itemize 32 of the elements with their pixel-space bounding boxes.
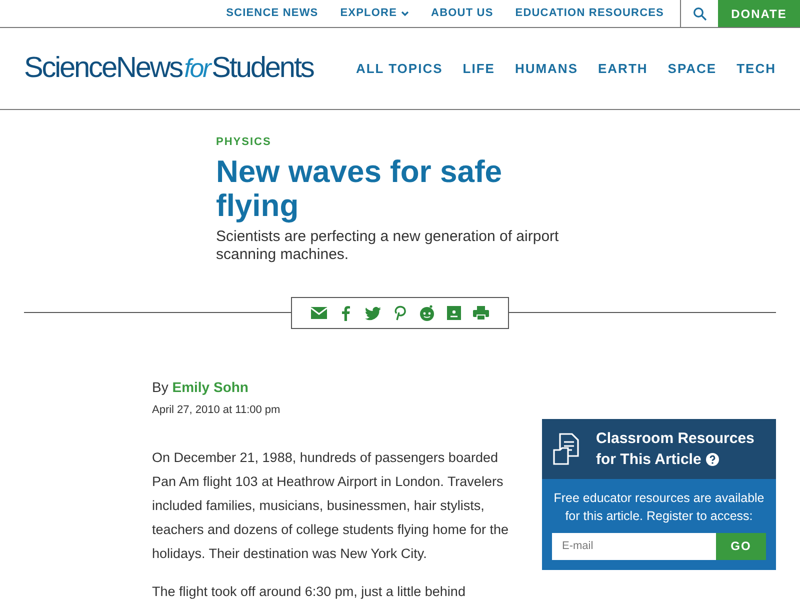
article-subtitle: Scientists are perfecting a new generation of airport scanning machines. (216, 228, 560, 264)
resources-text: Free educator resources are available for this article. Register to access: (552, 490, 766, 524)
nav-link[interactable]: ABOUT US (431, 5, 494, 22)
print-icon[interactable] (472, 304, 490, 322)
body-paragraph: The flight took off around 6:30 pm, just a little behind (152, 583, 466, 600)
document-icon (552, 432, 582, 466)
resources-title: Classroom Resources (596, 428, 754, 448)
alien-icon[interactable] (418, 304, 436, 322)
nav-link[interactable]: EDUCATION RESOURCES (515, 5, 664, 22)
email-field[interactable]: E-mail (552, 532, 716, 560)
section-link[interactable]: EARTH (598, 58, 648, 78)
article-title: New waves for safe flying (216, 154, 504, 222)
category-label[interactable]: PHYSICS (216, 134, 586, 150)
byline-prefix: By (152, 378, 168, 394)
author-link[interactable]: Emily Sohn (172, 378, 248, 394)
section-link[interactable]: LIFE (462, 58, 495, 78)
board-icon[interactable] (445, 304, 463, 322)
section-link[interactable]: HUMANS (514, 58, 578, 78)
body-paragraph: On December 21, 1988, hundreds of passengers boarded Pan Am flight 103 at Heathrow Airport in London. Travelers included families, musicians, businessmen, hair stylists, teachers and dozens of college students flying home for the holidays. Their destination was New York City. (152, 449, 510, 563)
site-logo[interactable]: ScienceNewsforStudents (24, 46, 314, 90)
nav-link[interactable]: SCIENCE NEWS (226, 5, 318, 22)
resources-title: for This Article (596, 450, 702, 470)
search-icon (692, 6, 706, 20)
go-button[interactable]: GO (716, 532, 766, 560)
help-icon[interactable] (706, 452, 720, 466)
donate-button[interactable]: DONATE (718, 0, 800, 27)
chevron-down-icon (401, 10, 410, 16)
dropdown-link[interactable]: EXPLORE (340, 5, 410, 22)
section-link[interactable]: ALL TOPICS (356, 58, 443, 78)
section-link[interactable]: TECH (736, 58, 776, 78)
article-date: April 27, 2010 at 11:00 pm (152, 402, 282, 418)
section-link[interactable]: SPACE (668, 58, 717, 78)
